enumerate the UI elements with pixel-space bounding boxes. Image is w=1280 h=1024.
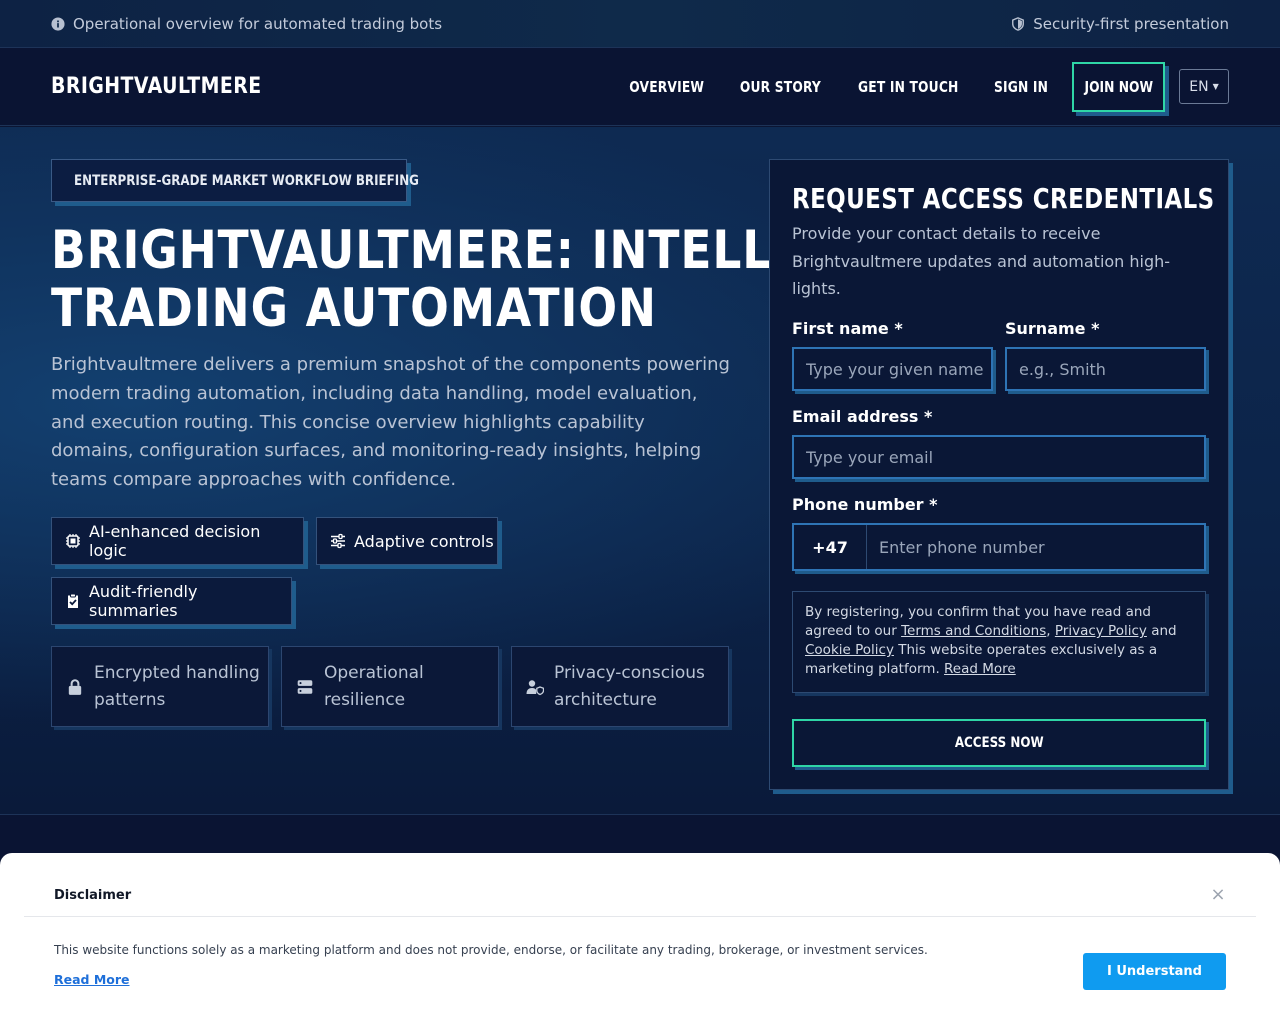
language-label: EN <box>1189 78 1209 95</box>
cookie-policy-link[interactable]: Cookie Policy <box>805 642 894 658</box>
lower-band <box>0 815 1280 855</box>
nav-links: OVERVIEW OUR STORY GET IN TOUCH SIGN IN … <box>603 61 1229 112</box>
feature-chip-ai-label: AI-enhanced decision logic <box>89 522 261 560</box>
hero-headline-line2: TRADING AUTOMATION <box>51 278 657 339</box>
nav-link-our-story[interactable]: OUR STORY <box>739 78 820 96</box>
shield-icon <box>1012 16 1025 31</box>
consent-notice: By registering, you confirm that you hav… <box>792 591 1206 693</box>
request-access-form: REQUEST ACCESS CREDENTIALS Provide your … <box>769 159 1229 790</box>
first-name-label: First name * <box>792 319 903 338</box>
hero-badge-text: ENTERPRISE-GRADE MARKET WORKFLOW BRIEFIN… <box>74 172 419 189</box>
nav-link-get-in-touch[interactable]: GET IN TOUCH <box>859 78 959 96</box>
disclaimer-modal: Disclaimer × This website functions sole… <box>0 853 1280 1024</box>
consent-and: and <box>1151 623 1177 639</box>
main-navbar: BRIGHTVAULTMERE OVERVIEW OUR STORY GET I… <box>0 48 1280 126</box>
join-now-button[interactable]: JOIN NOW <box>1072 61 1165 112</box>
info-icon <box>51 16 65 31</box>
hero-lead-paragraph: Brightvaultmere delivers a premium snaps… <box>51 354 730 491</box>
feature-tile-resilience-line1: Operational <box>324 662 424 683</box>
nav-link-sign-in[interactable]: SIGN IN <box>994 78 1048 96</box>
nav-link-overview[interactable]: OVERVIEW <box>629 78 704 96</box>
phone-field: +47 <box>792 523 1206 571</box>
privacy-policy-link[interactable]: Privacy Policy <box>1055 623 1147 639</box>
lock-icon <box>68 678 82 695</box>
access-now-button[interactable]: ACCESS NOW <box>792 719 1206 767</box>
first-name-input[interactable] <box>792 347 993 391</box>
consent-comma: , <box>1046 623 1051 639</box>
surname-input[interactable] <box>1005 347 1206 391</box>
feature-tile-resilience-line2: resilience <box>324 689 406 710</box>
disclaimer-title: Disclaimer <box>54 888 132 903</box>
feature-tile-encrypted-line2: patterns <box>94 689 166 710</box>
terms-link[interactable]: Terms and Conditions <box>901 623 1046 639</box>
clipboard-check-icon <box>67 593 78 608</box>
feature-tile-encrypted: Encrypted handling patterns <box>51 646 269 727</box>
feature-tile-privacy: Privacy-conscious architecture <box>511 646 729 727</box>
form-title: REQUEST ACCESS CREDENTIALS <box>792 182 1215 215</box>
disclaimer-divider <box>24 916 1256 917</box>
language-selector[interactable]: EN ▼ <box>1179 69 1229 104</box>
hero-headline: BRIGHTVAULTMERE: INTELLIGENT TRADING AUT… <box>51 220 932 339</box>
feature-tile-resilience: Operational resilience <box>281 646 499 727</box>
chip-icon <box>66 534 80 548</box>
feature-chip-audit-label: Audit-friendly summaries <box>88 582 198 620</box>
top-info-bar: Operational overview for automated tradi… <box>0 0 1280 48</box>
disclaimer-text: This website functions solely as a marke… <box>54 943 928 957</box>
access-now-label: ACCESS NOW <box>954 735 1044 751</box>
join-now-label: JOIN NOW <box>1084 77 1153 96</box>
consent-read-more-link[interactable]: Read More <box>944 661 1016 677</box>
feature-chip-adaptive: Adaptive controls <box>316 517 498 565</box>
brand-logo[interactable]: BRIGHTVAULTMERE <box>51 74 262 99</box>
close-icon[interactable]: × <box>1210 886 1226 904</box>
topbar-right-text: Security-first presentation <box>1033 14 1229 33</box>
topbar-left: Operational overview for automated tradi… <box>51 15 442 33</box>
hero-badge: ENTERPRISE-GRADE MARKET WORKFLOW BRIEFIN… <box>51 159 419 202</box>
feature-chip-audit: Audit-friendly summaries <box>51 577 292 625</box>
feature-tile-encrypted-line1: Encrypted handling <box>94 662 260 683</box>
feature-tile-encrypted-text: Encrypted handling patterns <box>94 660 260 714</box>
form-subtitle: Provide your contact details to receive … <box>792 224 1171 298</box>
phone-input[interactable] <box>867 525 1204 569</box>
phone-label: Phone number * <box>792 495 938 514</box>
chevron-down-icon: ▼ <box>1212 82 1219 91</box>
feature-tile-resilience-text: Operational resilience <box>324 660 424 714</box>
topbar-left-text: Operational overview for automated tradi… <box>73 14 443 33</box>
email-label: Email address * <box>792 407 933 426</box>
feature-tile-privacy-line1: Privacy-conscious <box>554 662 705 683</box>
feature-chip-ai: AI-enhanced decision logic <box>51 517 304 565</box>
i-understand-button[interactable]: I Understand <box>1083 953 1226 990</box>
hero-headline-line1: BRIGHTVAULTMERE: INTELLIGENT <box>51 220 932 281</box>
topbar-right: Security-first presentation <box>1011 15 1229 33</box>
feature-tile-privacy-text: Privacy-conscious architecture <box>554 660 705 714</box>
email-field[interactable] <box>792 435 1206 479</box>
phone-country-code[interactable]: +47 <box>794 525 867 569</box>
server-icon <box>297 679 313 694</box>
sliders-icon <box>331 533 345 549</box>
surname-label: Surname * <box>1005 319 1100 338</box>
feature-tile-privacy-line2: architecture <box>554 689 657 710</box>
disclaimer-read-more-link[interactable]: Read More <box>54 972 130 987</box>
user-shield-icon <box>526 679 544 695</box>
feature-chip-adaptive-label: Adaptive controls <box>354 531 494 551</box>
